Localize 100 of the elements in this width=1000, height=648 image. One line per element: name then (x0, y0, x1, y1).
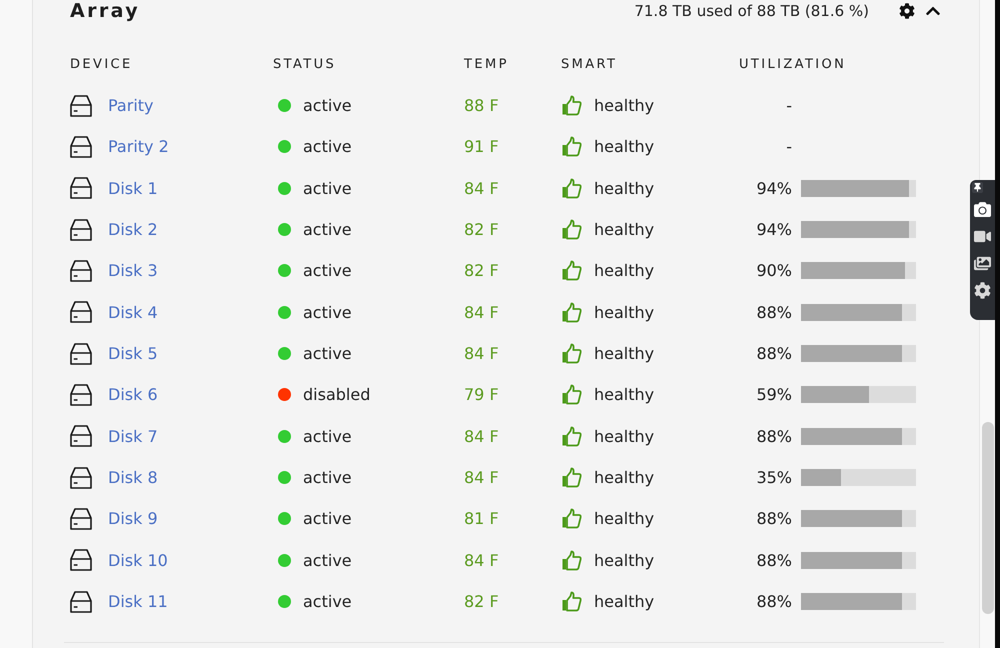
smart-status-text: healthy (594, 137, 654, 156)
settings-icon (899, 3, 915, 19)
hard-drive-icon (70, 425, 92, 448)
status-text: active (303, 592, 352, 612)
smart-status-text: healthy (594, 550, 654, 570)
device-link[interactable]: Disk 4 (108, 302, 158, 322)
temperature-text: 84 F (464, 302, 499, 322)
utilization-text: - (785, 96, 792, 116)
record-video-button[interactable] (974, 228, 991, 245)
device-link[interactable]: Disk 1 (108, 178, 158, 198)
utilization-text: 59% (755, 385, 792, 404)
smart-status-text: healthy (594, 509, 654, 528)
temperature-text: 91 F (464, 137, 499, 156)
device-link[interactable]: Disk 9 (108, 509, 158, 528)
utilization-text: 88% (755, 550, 792, 570)
utilization-text: - (785, 137, 792, 156)
settings-button[interactable] (899, 3, 915, 19)
video-camera-icon (974, 228, 991, 245)
utilization-text: 90% (755, 261, 792, 280)
smart-status-text: healthy (594, 426, 654, 446)
status-text: active (303, 302, 352, 322)
column-header: STATUS (273, 56, 338, 74)
temperature-text: 84 F (464, 344, 499, 364)
status-text: active (303, 96, 352, 116)
status-text: active (303, 426, 352, 446)
utilization-text: 88% (755, 302, 792, 322)
thumbs-up-icon (561, 260, 582, 282)
screenshot-button[interactable] (974, 201, 991, 218)
column-header: DEVICE (70, 56, 134, 74)
thumbs-up-icon (561, 467, 582, 488)
smart-status-text: healthy (594, 344, 654, 364)
hard-drive-icon (70, 466, 92, 489)
gallery-button[interactable] (974, 255, 991, 272)
hard-drive-icon (70, 218, 92, 241)
thumbs-up-icon (561, 343, 582, 364)
temperature-text: 82 F (464, 592, 499, 612)
thumbs-up-icon (561, 302, 582, 323)
hard-drive-icon (70, 590, 92, 613)
hard-drive-icon (70, 177, 92, 200)
thumbs-up-icon (561, 550, 582, 571)
utilization-text: 94% (755, 220, 792, 240)
device-link[interactable]: Disk 10 (108, 550, 168, 570)
status-text: active (303, 344, 352, 364)
temperature-text: 79 F (464, 385, 499, 404)
status-text: active (303, 509, 352, 528)
temperature-text: 84 F (464, 426, 499, 446)
toolbar-settings-button[interactable] (974, 282, 991, 299)
smart-status-text: healthy (594, 96, 654, 116)
smart-status-text: healthy (594, 385, 654, 404)
camera-icon (974, 201, 991, 218)
thumbs-up-icon (561, 591, 582, 612)
hard-drive-icon (70, 508, 92, 530)
hard-drive-icon (70, 384, 92, 406)
hard-drive-icon (70, 260, 92, 282)
pin-button[interactable] (972, 182, 983, 193)
device-link[interactable]: Disk 2 (108, 220, 158, 240)
gear-icon (974, 282, 991, 299)
device-link[interactable]: Disk 7 (108, 426, 158, 446)
smart-status-text: healthy (594, 178, 654, 198)
status-text: active (303, 220, 352, 240)
temperature-text: 82 F (464, 261, 499, 280)
temperature-text: 88 F (464, 96, 499, 116)
scrollbar-thumb[interactable] (982, 422, 994, 614)
device-link[interactable]: Parity (108, 96, 154, 116)
images-icon (974, 255, 991, 272)
smart-status-text: healthy (594, 302, 654, 322)
device-link[interactable]: Disk 11 (108, 592, 168, 612)
usage-summary: 71.8 TB used of 88 TB (81.6 %) (634, 2, 869, 20)
smart-status-text: healthy (594, 261, 654, 280)
temperature-text: 82 F (464, 220, 499, 240)
device-link[interactable]: Disk 3 (108, 261, 158, 280)
column-header: UTILIZATION (739, 56, 848, 74)
device-link[interactable]: Disk 8 (108, 468, 158, 488)
hard-drive-icon (70, 301, 92, 324)
temperature-text: 84 F (464, 468, 499, 488)
temperature-text: 84 F (464, 550, 499, 570)
thumbs-up-icon (561, 136, 582, 158)
status-text: active (303, 261, 352, 280)
utilization-text: 88% (755, 592, 792, 612)
smart-status-text: healthy (594, 220, 654, 240)
status-text: active (303, 137, 352, 156)
status-text: active (303, 178, 352, 198)
status-text: active (303, 550, 352, 570)
utilization-text: 88% (755, 344, 792, 364)
utilization-text: 88% (755, 509, 792, 528)
hard-drive-icon (70, 136, 92, 158)
pin-icon (973, 183, 982, 192)
device-link[interactable]: Disk 5 (108, 344, 158, 364)
device-link[interactable]: Disk 6 (108, 385, 158, 404)
utilization-text: 35% (755, 468, 792, 488)
hard-drive-icon (70, 549, 92, 572)
temperature-text: 81 F (464, 509, 499, 528)
thumbs-up-icon (561, 426, 582, 447)
status-text: active (303, 468, 352, 488)
column-header: TEMP (464, 56, 510, 74)
utilization-text: 88% (755, 426, 792, 446)
smart-status-text: healthy (594, 592, 654, 612)
thumbs-up-icon (561, 219, 582, 240)
panel-title: Array (70, 0, 140, 22)
device-link[interactable]: Parity 2 (108, 137, 169, 156)
